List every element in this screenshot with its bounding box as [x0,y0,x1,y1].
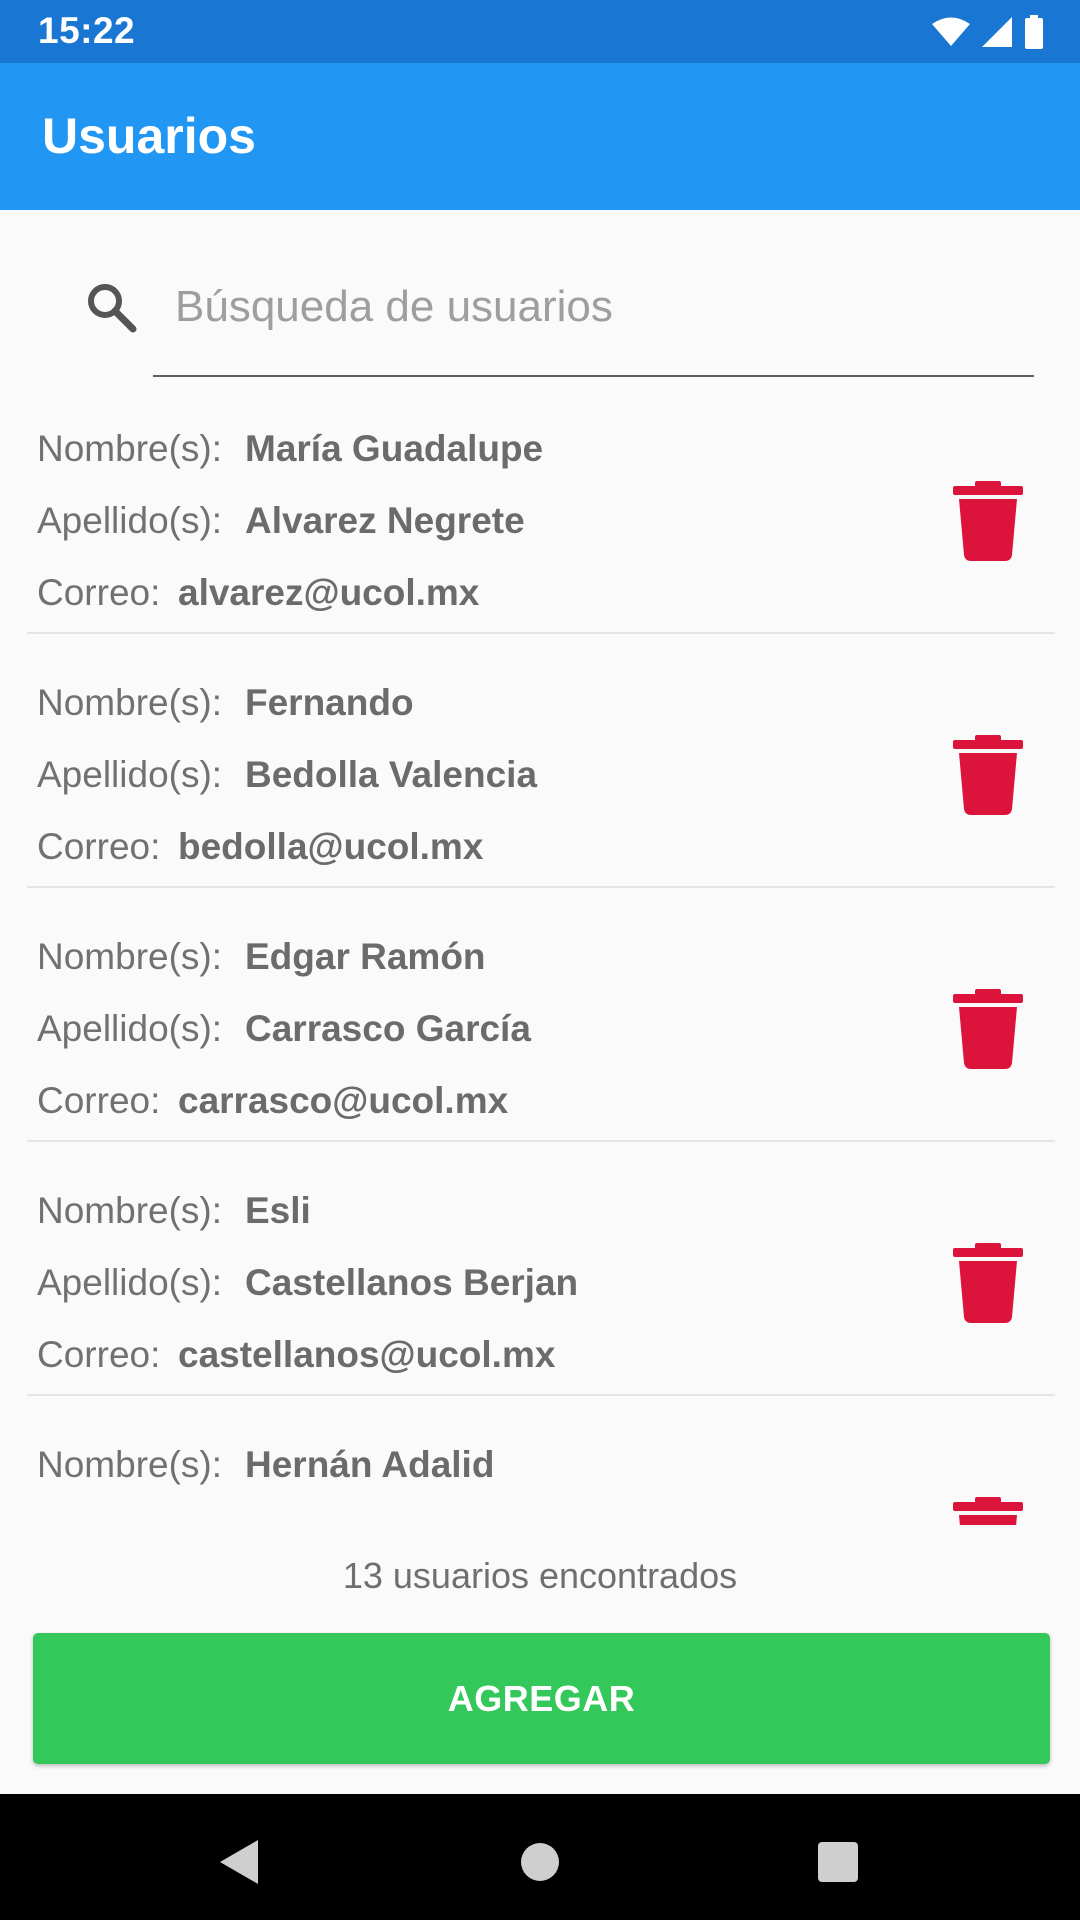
email-field: Correo: bedolla@ucol.mx [37,826,483,868]
surname-label: Apellido(s): [37,500,223,541]
results-count: 13 usuarios encontrados [342,1555,738,1596]
name-field: Nombre(s): María Guadalupe [37,428,543,470]
delete-button[interactable] [953,989,1023,1069]
delete-button[interactable] [953,481,1023,561]
trash-icon [953,989,1023,1069]
delete-button[interactable] [953,1243,1023,1323]
email-label: Correo: [37,1080,161,1121]
search-icon [88,284,137,333]
list-item: Nombre(s): Fernando Apellido(s): Bedolla… [0,634,1080,888]
email-value: castellanos@ucol.mx [178,1334,556,1375]
email-value: alvarez@ucol.mx [178,572,480,613]
back-icon[interactable] [208,1832,268,1892]
battery-icon [1025,15,1043,49]
delete-button[interactable] [953,735,1023,815]
name-value: Fernando [245,682,414,723]
user-list[interactable]: Nombre(s): María Guadalupe Apellido(s): … [0,380,1080,1525]
name-label: Nombre(s): [37,936,223,977]
search-bar [0,210,1080,380]
trash-icon [953,481,1023,561]
email-field: Correo: castellanos@ucol.mx [37,1334,555,1376]
name-field: Nombre(s): Hernán Adalid [37,1444,494,1486]
page-title: Usuarios [42,108,256,164]
list-item: Nombre(s): Esli Apellido(s): Castellanos… [0,1142,1080,1396]
list-item: Nombre(s): Hernán Adalid [0,1396,1080,1525]
surname-value: Alvarez Negrete [245,500,525,541]
app-bar: Usuarios [0,63,1080,210]
surname-value: Castellanos Berjan [245,1262,579,1303]
trash-icon [953,1497,1023,1525]
surname-field: Apellido(s): Alvarez Negrete [37,500,525,542]
home-icon[interactable] [510,1832,570,1892]
status-bar: 15:22 [0,0,1080,63]
surname-field: Apellido(s): Carrasco García [37,1008,531,1050]
name-value: Esli [245,1190,311,1231]
search-input[interactable] [175,272,1035,342]
email-label: Correo: [37,572,161,613]
email-field: Correo: alvarez@ucol.mx [37,572,479,614]
signal-icon [982,17,1012,47]
name-value: Hernán Adalid [245,1444,495,1485]
search-underline [153,375,1034,377]
name-label: Nombre(s): [37,1444,223,1485]
name-field: Nombre(s): Edgar Ramón [37,936,486,978]
name-label: Nombre(s): [37,428,223,469]
navigation-bar [0,1794,1080,1920]
trash-icon [953,1243,1023,1323]
surname-field: Apellido(s): Castellanos Berjan [37,1262,578,1304]
email-label: Correo: [37,826,161,867]
wifi-icon [932,17,970,46]
status-icons [932,14,1044,50]
surname-label: Apellido(s): [37,754,223,795]
email-value: carrasco@ucol.mx [178,1080,509,1121]
add-button[interactable]: AGREGAR [33,1633,1050,1764]
trash-icon [953,735,1023,815]
surname-field: Apellido(s): Bedolla Valencia [37,754,537,796]
delete-button[interactable] [953,1497,1023,1525]
list-item: Nombre(s): Edgar Ramón Apellido(s): Carr… [0,888,1080,1142]
name-label: Nombre(s): [37,1190,223,1231]
screen: 15:22 Usuarios Nombre(s [0,0,1080,1920]
surname-value: Bedolla Valencia [245,754,538,795]
status-time: 15:22 [38,10,136,51]
email-value: bedolla@ucol.mx [178,826,484,867]
recent-apps-icon[interactable] [808,1832,868,1892]
name-field: Nombre(s): Esli [37,1190,311,1232]
name-value: Edgar Ramón [245,936,486,977]
surname-label: Apellido(s): [37,1262,223,1303]
list-item: Nombre(s): María Guadalupe Apellido(s): … [0,380,1080,634]
surname-value: Carrasco García [245,1008,531,1049]
name-value: María Guadalupe [245,428,544,469]
name-field: Nombre(s): Fernando [37,682,414,724]
name-label: Nombre(s): [37,682,223,723]
surname-label: Apellido(s): [37,1008,223,1049]
email-field: Correo: carrasco@ucol.mx [37,1080,508,1122]
email-label: Correo: [37,1334,161,1375]
